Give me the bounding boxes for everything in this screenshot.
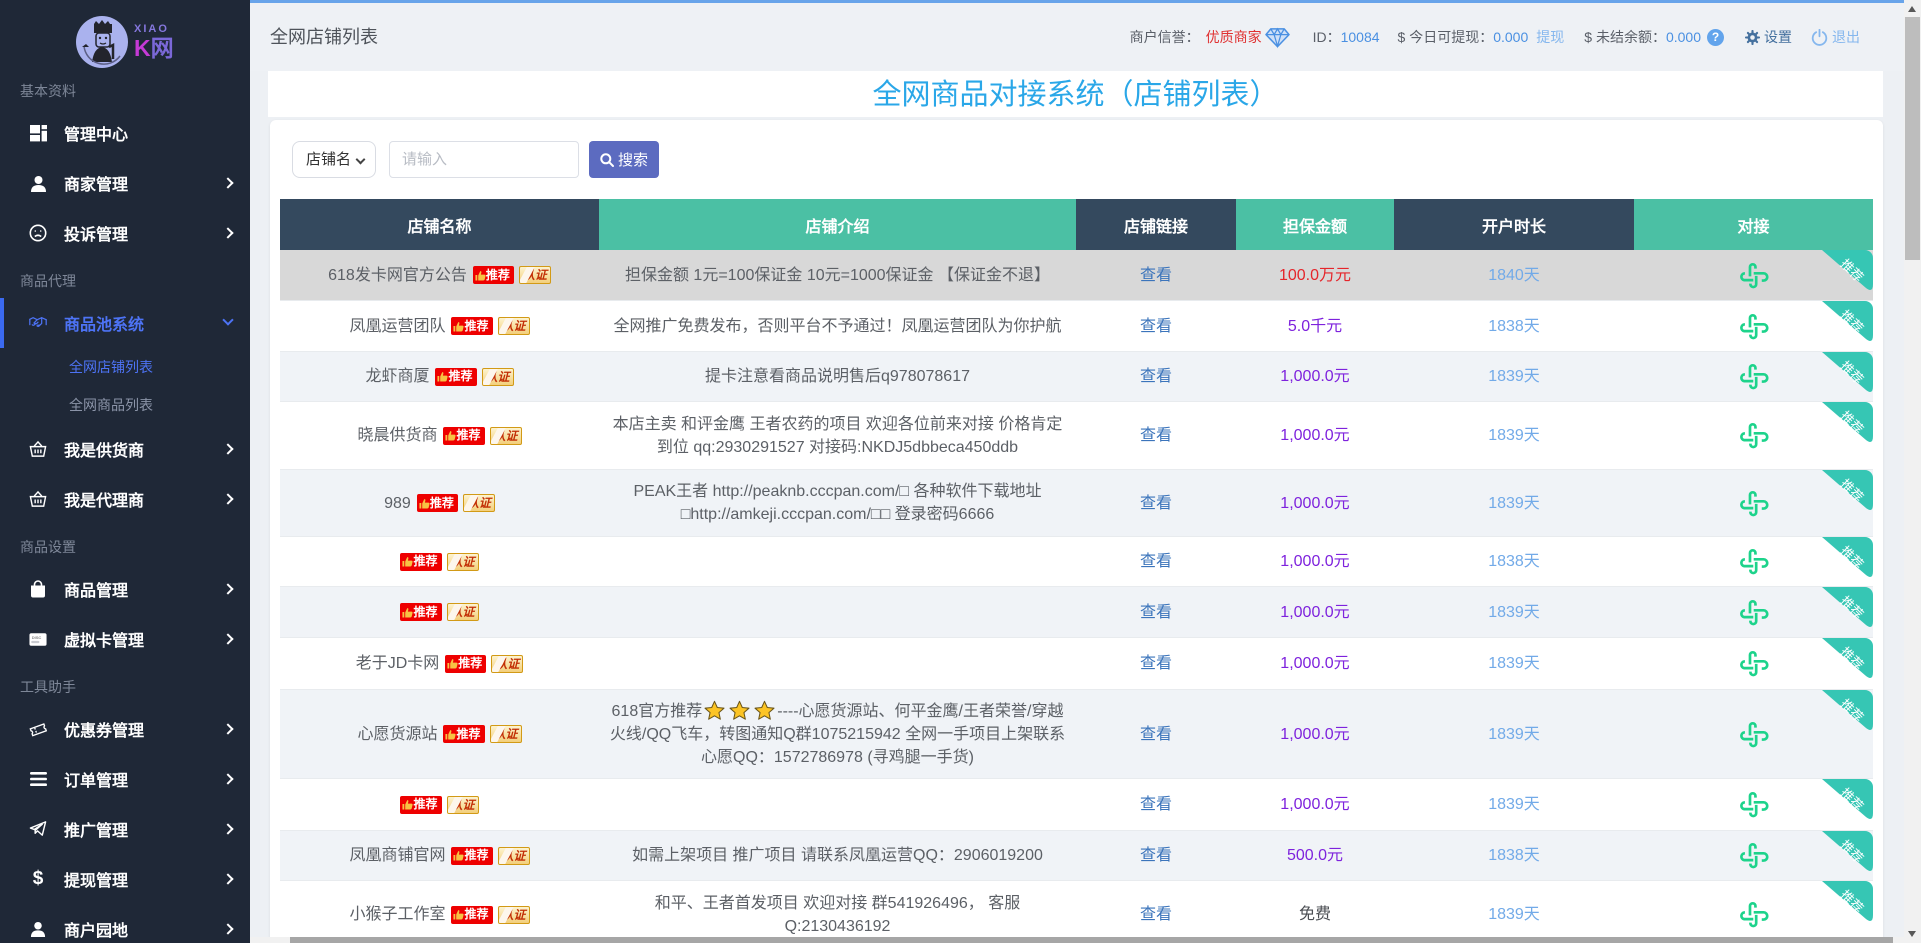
- svg-text:DISC: DISC: [32, 635, 42, 640]
